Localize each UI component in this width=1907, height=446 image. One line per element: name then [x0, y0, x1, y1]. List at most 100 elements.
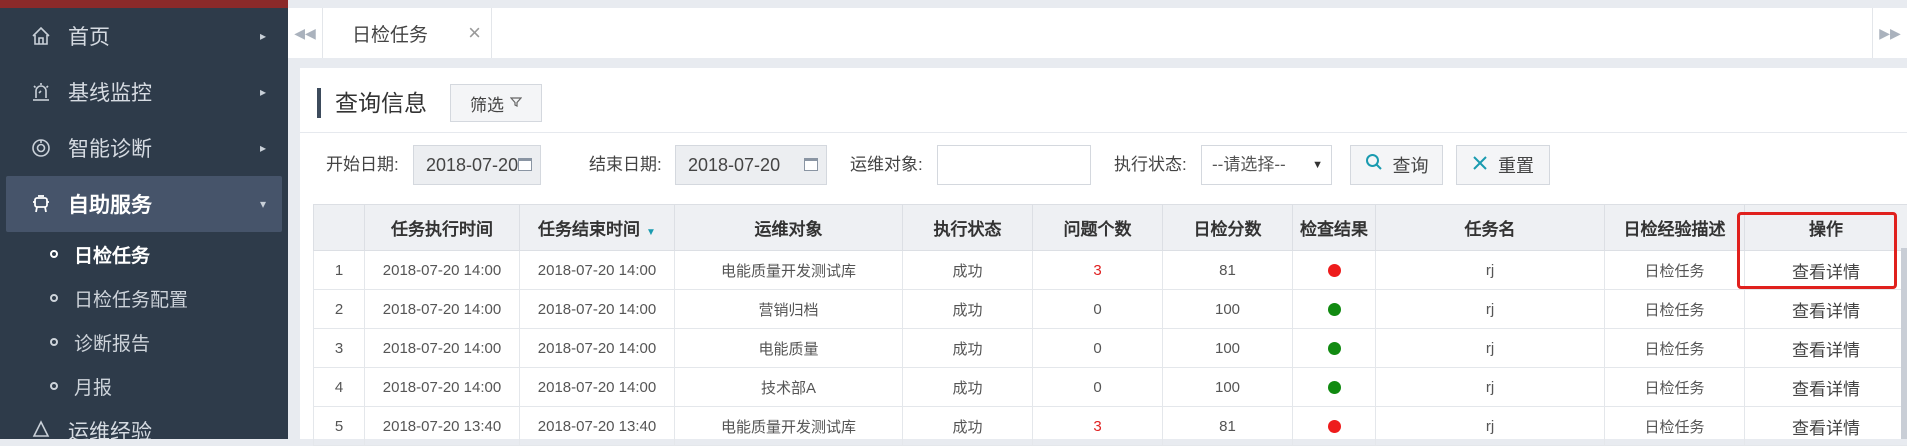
- table-row: 5 2018-07-20 13:40 2018-07-20 13:40 电能质量…: [314, 407, 1907, 446]
- submenu-item-daily-check[interactable]: 日检任务: [0, 232, 288, 276]
- end-date-input[interactable]: 2018-07-20: [675, 145, 827, 185]
- tab-scroll-right-button[interactable]: ▶▶: [1872, 8, 1907, 58]
- cell-description: 日检任务: [1605, 290, 1745, 329]
- status-dot-green-icon: [1328, 342, 1341, 355]
- cell-score: 100: [1163, 329, 1293, 368]
- header-label: 任务结束时间: [538, 220, 640, 239]
- view-details-link[interactable]: 查看详情: [1745, 368, 1907, 407]
- row-index: 3: [314, 329, 365, 368]
- panel-title: 查询信息: [317, 88, 427, 118]
- tab-label: 日检任务: [352, 20, 428, 47]
- status-dot-red-icon: [1328, 420, 1341, 433]
- chevron-down-icon: ▾: [260, 197, 266, 211]
- filter-button-label: 筛选: [470, 91, 504, 116]
- cell-issues: 3: [1033, 407, 1163, 446]
- end-date-label: 结束日期:: [589, 145, 662, 185]
- reset-button[interactable]: 重置: [1456, 145, 1550, 185]
- cell-issues: 3: [1033, 251, 1163, 290]
- query-button-label: 查询: [1393, 152, 1429, 178]
- cell-end-time: 2018-07-20 14:00: [520, 290, 675, 329]
- cell-target: 技术部A: [675, 368, 903, 407]
- query-button[interactable]: 查询: [1350, 145, 1443, 185]
- status-label: 执行状态:: [1114, 145, 1187, 185]
- header-start-time[interactable]: 任务执行时间: [365, 205, 520, 251]
- view-details-link[interactable]: 查看详情: [1745, 251, 1907, 290]
- sidebar-item-self-service[interactable]: 自助服务 ▾: [6, 176, 282, 232]
- cell-target: 电能质量: [675, 329, 903, 368]
- chevron-right-icon: ▸: [260, 141, 266, 155]
- status-select-value: --请选择--: [1212, 155, 1286, 174]
- cell-end-time: 2018-07-20 13:40: [520, 407, 675, 446]
- cell-score: 100: [1163, 368, 1293, 407]
- start-date-input[interactable]: 2018-07-20: [413, 145, 541, 185]
- filter-button[interactable]: 筛选: [450, 84, 542, 122]
- cell-end-time: 2018-07-20 14:00: [520, 368, 675, 407]
- cell-issues: 0: [1033, 290, 1163, 329]
- target-input[interactable]: [937, 145, 1091, 185]
- close-icon[interactable]: ×: [468, 20, 481, 46]
- calendar-icon[interactable]: [804, 158, 818, 171]
- chevron-right-icon: ▸: [260, 29, 266, 43]
- submenu-item-diagnosis-report[interactable]: 诊断报告: [0, 320, 288, 364]
- sidebar-item-label: 智能诊断: [68, 133, 152, 163]
- status-dot-green-icon: [1328, 303, 1341, 316]
- tab-scroll-left-button[interactable]: ◀◀: [288, 8, 323, 58]
- sort-desc-icon[interactable]: ▼: [646, 227, 656, 238]
- cell-start-time: 2018-07-20 13:40: [365, 407, 520, 446]
- view-details-link[interactable]: 查看详情: [1745, 407, 1907, 446]
- cell-score: 81: [1163, 251, 1293, 290]
- cell-result: [1293, 368, 1376, 407]
- sidebar-item-label: 运维经验: [68, 416, 152, 439]
- cell-description: 日检任务: [1605, 407, 1745, 446]
- home-icon: [28, 23, 54, 49]
- table-row: 3 2018-07-20 14:00 2018-07-20 14:00 电能质量…: [314, 329, 1907, 368]
- cell-task-name: rj: [1376, 290, 1605, 329]
- status-select[interactable]: --请选择-- ▼: [1201, 145, 1332, 185]
- bullet-icon: [50, 338, 58, 346]
- header-end-time[interactable]: 任务结束时间 ▼: [520, 205, 675, 251]
- header-score: 日检分数: [1163, 205, 1293, 251]
- cell-start-time: 2018-07-20 14:00: [365, 368, 520, 407]
- vertical-scrollbar[interactable]: [1901, 248, 1907, 439]
- cell-issues: 0: [1033, 368, 1163, 407]
- sidebar-item-baseline-monitor[interactable]: 基线监控 ▸: [0, 64, 288, 120]
- task-table: 任务执行时间 任务结束时间▼ 运维对象 执行状态 问题个数 日检分数 检查结果 …: [313, 204, 1907, 446]
- start-date-value: 2018-07-20: [426, 155, 518, 175]
- bullet-icon: [50, 294, 58, 302]
- cell-score: 81: [1163, 407, 1293, 446]
- status-dot-green-icon: [1328, 381, 1341, 394]
- sidebar-item-home[interactable]: 首页 ▸: [0, 8, 288, 64]
- cell-status: 成功: [903, 290, 1033, 329]
- bullet-icon: [50, 250, 58, 258]
- caret-down-icon: ▼: [1312, 146, 1323, 184]
- cell-description: 日检任务: [1605, 251, 1745, 290]
- sidebar: 首页 ▸ 基线监控 ▸ 智能诊断 ▸ 自助服务 ▾ 日检任务 日检任务配置: [0, 0, 288, 439]
- diagnosis-icon: [28, 135, 54, 161]
- target-label: 运维对象:: [850, 145, 923, 185]
- view-details-link[interactable]: 查看详情: [1745, 290, 1907, 329]
- sidebar-item-ops-experience[interactable]: 运维经验: [0, 408, 288, 439]
- cell-score: 100: [1163, 290, 1293, 329]
- submenu-item-label: 诊断报告: [74, 329, 150, 356]
- cell-status: 成功: [903, 251, 1033, 290]
- tab-daily-check[interactable]: 日检任务 ×: [322, 8, 492, 58]
- view-details-link[interactable]: 查看详情: [1745, 329, 1907, 368]
- calendar-icon[interactable]: [518, 158, 532, 171]
- row-index: 2: [314, 290, 365, 329]
- header-task-name: 任务名: [1376, 205, 1605, 251]
- submenu-item-monthly-report[interactable]: 月报: [0, 364, 288, 408]
- header-status: 执行状态: [903, 205, 1033, 251]
- start-date-label: 开始日期:: [326, 145, 399, 185]
- end-date-value: 2018-07-20: [688, 155, 780, 175]
- cell-task-name: rj: [1376, 329, 1605, 368]
- cell-target: 电能质量开发测试库: [675, 407, 903, 446]
- row-index: 5: [314, 407, 365, 446]
- header-index: [314, 205, 365, 251]
- cell-target: 营销归档: [675, 290, 903, 329]
- submenu-item-daily-check-config[interactable]: 日检任务配置: [0, 276, 288, 320]
- table-row: 1 2018-07-20 14:00 2018-07-20 14:00 电能质量…: [314, 251, 1907, 290]
- monitor-alarm-icon: [28, 79, 54, 105]
- submenu-item-label: 日检任务: [74, 241, 150, 268]
- sidebar-item-smart-diagnosis[interactable]: 智能诊断 ▸: [0, 120, 288, 176]
- search-form: 开始日期: 2018-07-20 结束日期: 2018-07-20 运维对象: …: [300, 145, 1907, 191]
